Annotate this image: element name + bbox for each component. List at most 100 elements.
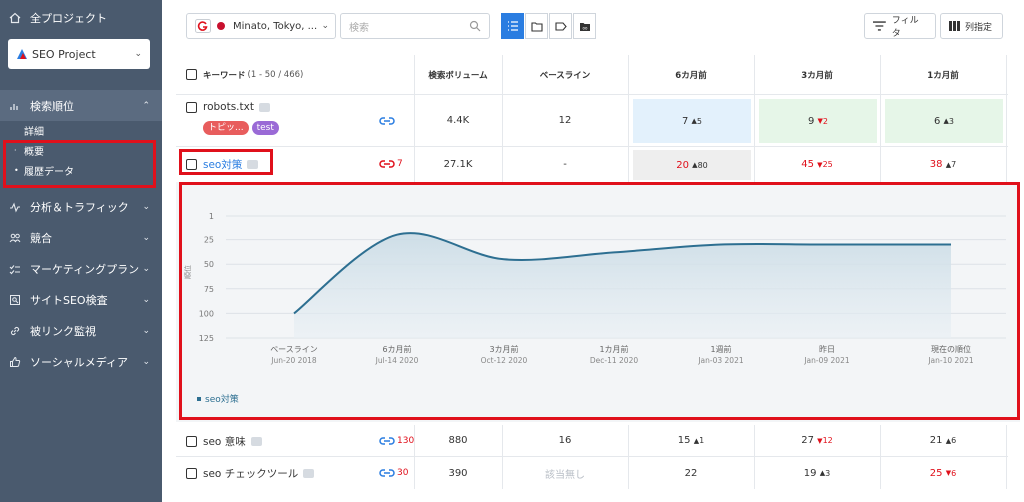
- m6-cell: 20 ▲ 80: [633, 150, 751, 180]
- tag-view-button[interactable]: [549, 13, 572, 39]
- toolbar: Minato, Tokyo, ... ⌄ 検索 oo フィルタ 列指定: [176, 8, 1008, 48]
- volume-cell: 390: [448, 467, 468, 479]
- broken-link-icon: [379, 160, 395, 168]
- sidebar-sub-label: 概要: [24, 146, 44, 158]
- rank-delta: 80: [697, 160, 708, 170]
- keyword-cell[interactable]: seo対策: [186, 157, 259, 172]
- tag[interactable]: test: [251, 121, 279, 135]
- rank-delta: 12: [822, 436, 833, 445]
- keyword-cell[interactable]: seo 意味: [186, 434, 262, 449]
- baseline-header[interactable]: ベースライン: [502, 55, 628, 94]
- keyword-header[interactable]: キーワード (1 - 50 / 466): [186, 55, 303, 94]
- rank-value: 19: [803, 467, 817, 479]
- baseline-cell: -: [563, 159, 567, 170]
- links-cell[interactable]: 7: [379, 159, 403, 169]
- m3-cell: 45 ▼ 25: [754, 147, 880, 182]
- project-selector[interactable]: SEO Project ⌄: [8, 39, 150, 69]
- volume-header[interactable]: 検索ボリューム: [414, 55, 502, 94]
- pulse-icon: [8, 200, 22, 214]
- sidebar-item-site-audit[interactable]: サイトSEO検査 ⌄: [0, 284, 162, 315]
- group-view-button[interactable]: oo: [573, 13, 596, 39]
- note-icon[interactable]: [303, 469, 315, 478]
- sidebar-item-label: マーケティングプラン: [30, 262, 140, 276]
- row-checkbox[interactable]: [186, 436, 197, 447]
- sidebar-all-projects-label: 全プロジェクト: [30, 11, 107, 25]
- select-all-checkbox[interactable]: [186, 69, 197, 80]
- note-icon[interactable]: [247, 160, 259, 169]
- sidebar-item-marketing[interactable]: マーケティングプラン ⌄: [0, 253, 162, 284]
- sidebar-all-projects[interactable]: 全プロジェクト: [0, 2, 162, 33]
- m1-header[interactable]: 1カ月前: [880, 55, 1006, 94]
- row-checkbox[interactable]: [186, 101, 197, 113]
- x-tick-label: 1カ月前: [599, 344, 628, 354]
- note-icon[interactable]: [258, 102, 270, 112]
- keyword-text: seo 意味: [203, 436, 246, 448]
- note-icon[interactable]: [250, 437, 262, 446]
- sidebar-item-rankings[interactable]: 検索順位 ⌃: [0, 90, 162, 121]
- y-tick-label: 75: [204, 285, 214, 294]
- sidebar-sub-history[interactable]: • 履歴データ: [0, 160, 74, 180]
- x-tick-label: 1週前: [710, 344, 731, 354]
- link-icon[interactable]: [379, 116, 395, 126]
- sidebar-sub-overview[interactable]: · 概要: [0, 140, 44, 160]
- search-input[interactable]: 検索: [340, 13, 490, 39]
- m1-cell: 38 ▲ 7: [880, 147, 1006, 182]
- x-tick-label: 3カ月前: [489, 344, 518, 354]
- sidebar-item-label: サイトSEO検査: [30, 293, 108, 307]
- table-row: seo 意味 130 880 16 15 ▲ 1 27 ▼ 12 21 ▲ 6: [176, 425, 1008, 457]
- links-cell[interactable]: 130: [379, 436, 414, 446]
- x-tick-label: 6カ月前: [382, 344, 411, 354]
- folder-icon: [530, 21, 543, 32]
- sidebar-item-label: 競合: [30, 231, 52, 245]
- table-row: robots.txt トピッ... test 4.4K 12 7 ▲ 5 9 ▼ 2…: [176, 95, 1008, 147]
- sidebar-sub-detail[interactable]: 詳細: [0, 120, 44, 140]
- series-area: [294, 233, 951, 338]
- rank-value: 25: [929, 467, 943, 479]
- m3-header[interactable]: 3カ月前: [754, 55, 880, 94]
- legend-item[interactable]: seo対策: [205, 393, 239, 405]
- keyword-text[interactable]: seo対策: [203, 157, 242, 172]
- keyword-count: (1 - 50 / 466): [247, 69, 304, 80]
- rank-history-chart: 1255075100125 ベースラインJun-20 20186カ月前Jul-1…: [183, 212, 1006, 405]
- row-checkbox[interactable]: [186, 159, 197, 170]
- location-label: Minato, Tokyo, ...: [233, 20, 318, 32]
- keyword-cell[interactable]: robots.txt: [186, 101, 270, 113]
- chevron-down-icon: ⌄: [142, 263, 150, 274]
- japan-flag-icon: [217, 22, 225, 30]
- columns-button[interactable]: 列指定: [940, 13, 1003, 39]
- project-name: SEO Project: [32, 47, 96, 61]
- search-icon: [469, 20, 481, 32]
- sidebar-item-analytics[interactable]: 分析＆トラフィック ⌄: [0, 191, 162, 222]
- m6-header[interactable]: 6カ月前: [628, 55, 754, 94]
- tag[interactable]: トピッ...: [203, 121, 249, 135]
- x-tick-label: 昨日: [819, 344, 835, 354]
- rank-delta: 2: [822, 116, 829, 126]
- search-placeholder: 検索: [349, 22, 369, 34]
- sidebar: 全プロジェクト SEO Project ⌄ 検索順位 ⌃ 詳細 · 概要 • 履歴デ…: [0, 0, 162, 502]
- row-checkbox[interactable]: [186, 468, 197, 479]
- links-cell[interactable]: 30: [379, 468, 408, 478]
- chevron-down-icon: ⌄: [142, 294, 150, 305]
- sidebar-item-backlinks[interactable]: 被リンク監視 ⌄: [0, 315, 162, 346]
- keyword-cell[interactable]: seo チェックツール: [186, 466, 315, 481]
- chevron-up-icon: ⌃: [142, 100, 150, 111]
- volume-cell: 27.1K: [443, 159, 473, 170]
- sidebar-item-competitors[interactable]: 競合 ⌄: [0, 222, 162, 253]
- filter-button[interactable]: フィルタ: [864, 13, 936, 39]
- rank-value: 7: [681, 115, 689, 127]
- thumbs-up-icon: [8, 355, 22, 369]
- sidebar-item-social[interactable]: ソーシャルメディア ⌄: [0, 346, 162, 377]
- links-count: 30: [397, 468, 409, 478]
- list-view-button[interactable]: [501, 13, 524, 39]
- rank-delta: 6: [951, 468, 957, 478]
- rank-value: 27: [801, 435, 814, 446]
- project-logo-icon: [17, 49, 27, 59]
- folder-view-button[interactable]: [525, 13, 548, 39]
- rank-value: 6: [933, 115, 941, 127]
- x-tick-date: Dec-11 2020: [590, 356, 638, 365]
- tag-list: トピッ... test: [203, 121, 282, 135]
- history-chart-panel: 1 25 50 75 100 125 ベースライン Jun-20 2018 6カ月前 Jul-1…: [176, 182, 1020, 422]
- m1-cell: 21 ▲ 6: [880, 425, 1006, 456]
- location-selector[interactable]: Minato, Tokyo, ... ⌄: [186, 13, 336, 39]
- x-tick-date: Jan-03 2021: [697, 356, 744, 365]
